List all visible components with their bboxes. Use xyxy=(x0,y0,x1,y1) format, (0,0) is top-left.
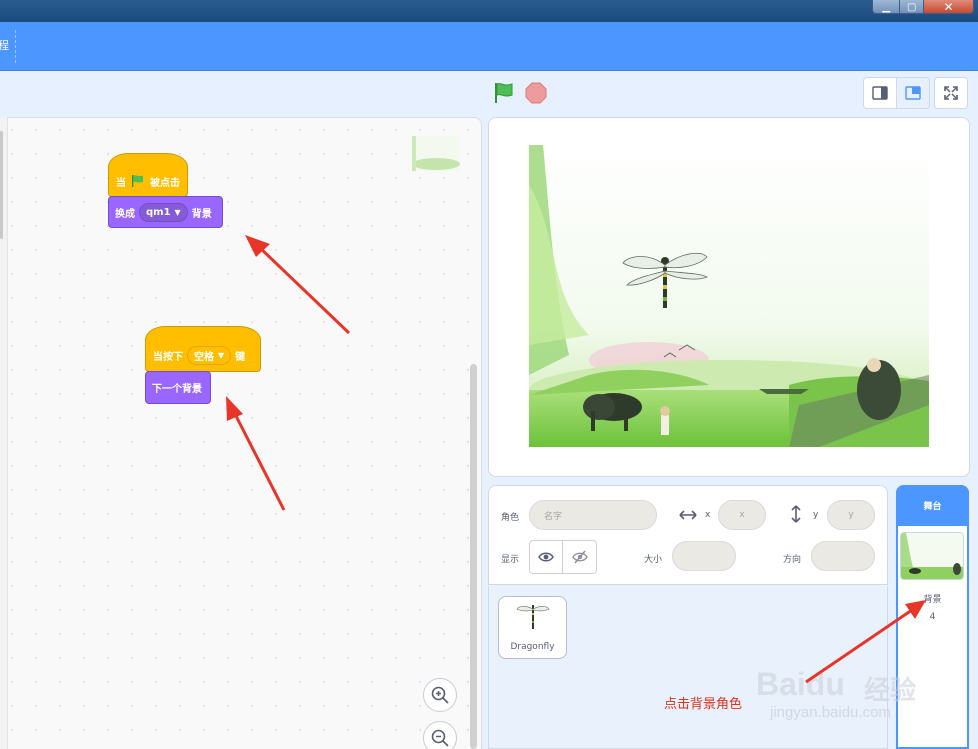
stage-thumbnail[interactable] xyxy=(900,532,964,580)
backdrops-count: 4 xyxy=(929,612,936,622)
dropdown-value: 空格 xyxy=(194,351,214,363)
zoom-in-icon xyxy=(431,686,449,704)
chevron-down-icon: ▼ xyxy=(218,350,225,360)
block-suffix: 背景 xyxy=(191,208,212,220)
hat-suffix: 键 xyxy=(235,351,246,363)
close-button[interactable]: ✕ xyxy=(924,0,973,13)
backdrop-dropdown[interactable]: qm1 ▼ xyxy=(139,202,188,222)
sprite-card-name: Dragonfly xyxy=(510,642,555,652)
next-backdrop-block[interactable]: 下一个背景 xyxy=(145,371,211,404)
zoom-out-button[interactable] xyxy=(423,721,457,749)
code-workspace[interactable] xyxy=(0,117,482,749)
normal-stage-button[interactable] xyxy=(896,77,930,109)
menu-item-tutorials[interactable]: 程 xyxy=(0,37,9,53)
eye-icon xyxy=(538,552,554,562)
watermark-logo: Baidu xyxy=(756,666,845,702)
y-label: y xyxy=(813,510,819,520)
backdrops-label: 背景 xyxy=(923,595,942,605)
visibility-toggle xyxy=(529,540,597,574)
size-field[interactable] xyxy=(672,541,736,571)
stage-backdrop-image xyxy=(529,145,929,447)
sprite-name-field[interactable]: 名字 xyxy=(529,500,657,530)
normal-stage-icon xyxy=(905,86,921,100)
menu-bar xyxy=(0,22,978,71)
y-field[interactable]: y xyxy=(827,500,875,530)
menu-divider xyxy=(15,30,16,63)
show-label: 显示 xyxy=(501,555,520,565)
x-placeholder: x xyxy=(739,510,745,520)
hat-suffix: 被点击 xyxy=(150,177,180,189)
dragonfly-thumbnail xyxy=(516,605,550,629)
chevron-down-icon: ▼ xyxy=(174,207,181,217)
green-flag-icon[interactable] xyxy=(492,82,516,104)
size-label: 大小 xyxy=(644,555,663,565)
y-arrow-icon xyxy=(789,504,803,528)
stage-canvas[interactable] xyxy=(529,145,929,447)
watermark-url: jingyan.baidu.com xyxy=(770,704,891,721)
zoom-out-icon xyxy=(431,729,449,747)
current-sprite-thumbnail xyxy=(412,136,460,171)
watermark-cn: 经验 xyxy=(864,676,917,706)
hide-button[interactable] xyxy=(563,541,596,573)
workspace-scrollbar[interactable] xyxy=(470,364,477,749)
annotation-text: 点击背景角色 xyxy=(664,697,743,712)
switch-backdrop-block[interactable]: 换成 qm1 ▼ 背景 xyxy=(108,196,223,228)
direction-label: 方向 xyxy=(783,555,802,565)
x-arrow-icon xyxy=(678,507,698,526)
key-dropdown[interactable]: 空格 ▼ xyxy=(187,345,232,365)
dropdown-value: qm1 xyxy=(146,206,171,218)
show-button[interactable] xyxy=(530,541,564,573)
x-label: x xyxy=(705,510,711,520)
stage-pane-header: 舞台 xyxy=(896,485,969,526)
eye-slash-icon xyxy=(571,550,588,564)
block-prefix: 换成 xyxy=(115,208,135,220)
hat-prefix: 当按下 xyxy=(153,351,183,363)
window-controls: ▁ ▢ ✕ xyxy=(872,0,974,14)
stage-header xyxy=(0,72,978,117)
green-flag-icon xyxy=(132,175,143,187)
x-field[interactable]: x xyxy=(718,500,766,530)
window-titlebar xyxy=(0,0,978,22)
sprite-label: 角色 xyxy=(501,513,520,523)
small-stage-icon xyxy=(872,86,888,100)
fullscreen-icon xyxy=(944,86,958,100)
direction-field[interactable] xyxy=(811,541,875,571)
block-label: 下一个背景 xyxy=(152,384,202,395)
when-flag-clicked-block[interactable]: 当 被点击 xyxy=(108,153,188,197)
stop-icon[interactable] xyxy=(525,82,547,104)
fullscreen-button[interactable] xyxy=(934,77,968,109)
maximize-button[interactable]: ▢ xyxy=(900,0,924,13)
y-placeholder: y xyxy=(848,510,854,520)
when-key-pressed-block[interactable]: 当按下 空格 ▼ 键 xyxy=(145,326,261,372)
minimize-button[interactable]: ▁ xyxy=(873,0,901,13)
palette-scrollbar[interactable] xyxy=(0,131,3,239)
sprite-name-placeholder: 名字 xyxy=(544,511,563,522)
small-stage-button[interactable] xyxy=(863,77,897,109)
zoom-in-button[interactable] xyxy=(423,678,457,712)
hat-prefix: 当 xyxy=(116,177,126,189)
